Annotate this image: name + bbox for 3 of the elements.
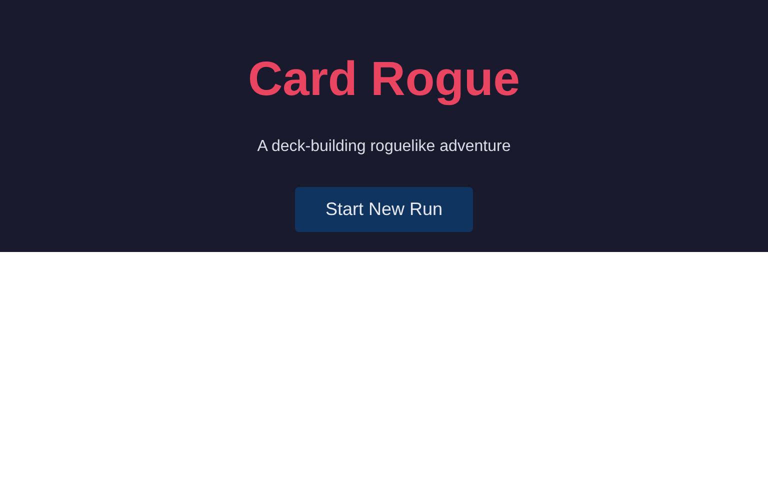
start-new-run-button[interactable]: Start New Run — [295, 187, 473, 232]
game-subtitle: A deck-building roguelike adventure — [257, 138, 511, 156]
game-title: Card Rogue — [248, 52, 520, 107]
